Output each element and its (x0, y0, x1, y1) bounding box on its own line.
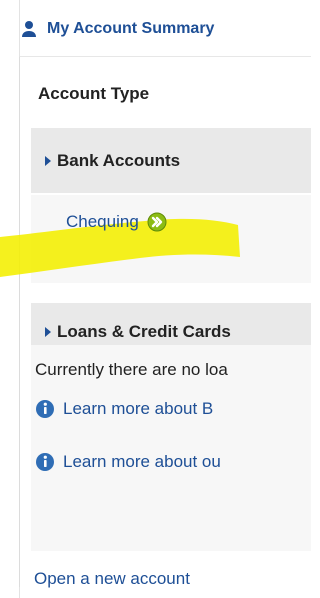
loans-credit-label: Loans & Credit Cards (57, 321, 231, 341)
learn-more-link-label: Learn more about B (63, 399, 214, 418)
chequing-account-link[interactable]: Chequing (66, 212, 167, 232)
expand-caret-icon (45, 326, 51, 337)
learn-more-link[interactable]: Learn more about B (35, 399, 311, 419)
learn-more-link-label: Learn more about ou (63, 452, 221, 471)
bank-accounts-label: Bank Accounts (57, 150, 181, 170)
user-icon (19, 19, 39, 39)
account-summary-title[interactable]: My Account Summary (47, 20, 214, 38)
bank-accounts-section-header[interactable]: Bank Accounts (31, 128, 311, 193)
account-summary-page: My Account Summary Account Type Bank Acc… (0, 0, 311, 598)
learn-more-link[interactable]: Learn more about ou (35, 452, 311, 472)
open-new-account-link[interactable]: Open a new account (34, 569, 190, 589)
info-icon (35, 399, 55, 419)
account-summary-header: My Account Summary (19, 12, 311, 46)
go-arrow-icon[interactable] (147, 212, 167, 232)
account-type-heading: Account Type (38, 84, 150, 103)
yellow-highlight-mark (0, 218, 240, 277)
expand-caret-icon (45, 155, 51, 166)
no-loans-message: Currently there are no loa (35, 360, 228, 379)
info-icon (35, 452, 55, 472)
chequing-label: Chequing (66, 212, 139, 231)
